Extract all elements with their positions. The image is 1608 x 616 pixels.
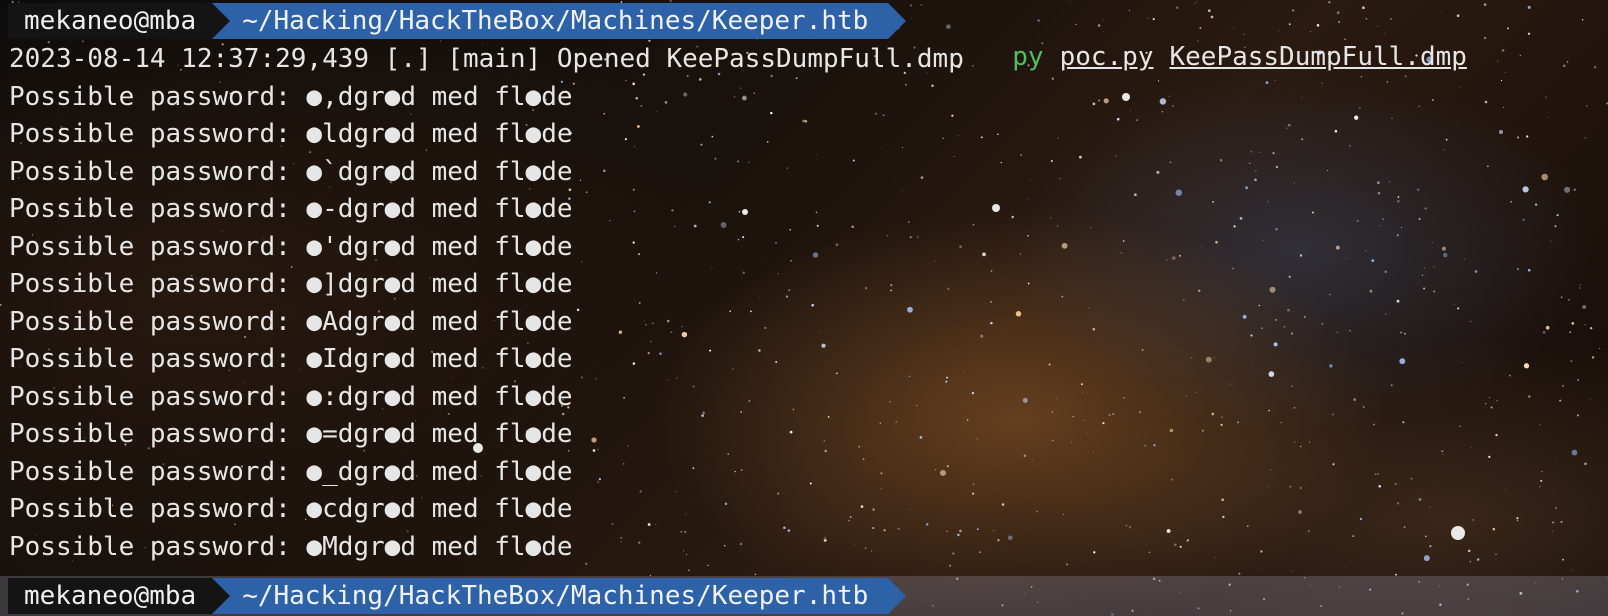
output-line: Possible password: ●-dgr●d med fl●de	[9, 194, 573, 224]
output-line: Possible password: ●Mdgr●d med fl●de	[9, 532, 573, 562]
output-line: Possible password: ●Idgr●d med fl●de	[9, 344, 573, 374]
output-line: Possible password: ●ldgr●d med fl●de	[9, 119, 573, 149]
output-line: Possible password: ●cdgr●d med fl●de	[9, 494, 573, 524]
log-line: 2023-08-14 12:37:29,439 [.] [main] Opene…	[9, 44, 964, 74]
output-line: Possible password: ●Adgr●d med fl●de	[9, 307, 573, 337]
output-line: Possible password: ●:dgr●d med fl●de	[9, 382, 573, 412]
prompt-path: ~/Hacking/HackTheBox/Machines/Keeper.htb	[212, 3, 907, 39]
prompt-user-host: mekaneo@mba	[8, 578, 231, 614]
prompt-user-host: mekaneo@mba	[8, 3, 231, 39]
output-line: Possible password: ●=dgr●d med fl●de	[9, 419, 573, 449]
prompt-top: mekaneo@mba ~/Hacking/HackTheBox/Machine…	[8, 3, 1467, 72]
command-arg-script: poc.py	[1059, 42, 1154, 72]
output-line: Possible password: ●_dgr●d med fl●de	[9, 457, 573, 487]
command-line[interactable]: py poc.py KeePassDumpFull.dmp	[918, 3, 1467, 72]
command-arg-dump-file: KeePassDumpFull.dmp	[1169, 42, 1467, 72]
terminal-window[interactable]: mekaneo@mba ~/Hacking/HackTheBox/Machine…	[0, 0, 1608, 616]
output-line: Possible password: ●,dgr●d med fl●de	[9, 82, 573, 112]
output-line: Possible password: ●`dgr●d med fl●de	[9, 157, 573, 187]
output-line: Possible password: ●]dgr●d med fl●de	[9, 269, 573, 299]
output-line: Possible password: ●'dgr●d med fl●de	[9, 232, 573, 262]
command-executable: py	[1012, 42, 1044, 72]
prompt-bottom[interactable]: mekaneo@mba ~/Hacking/HackTheBox/Machine…	[8, 578, 907, 614]
prompt-path: ~/Hacking/HackTheBox/Machines/Keeper.htb	[212, 578, 907, 614]
